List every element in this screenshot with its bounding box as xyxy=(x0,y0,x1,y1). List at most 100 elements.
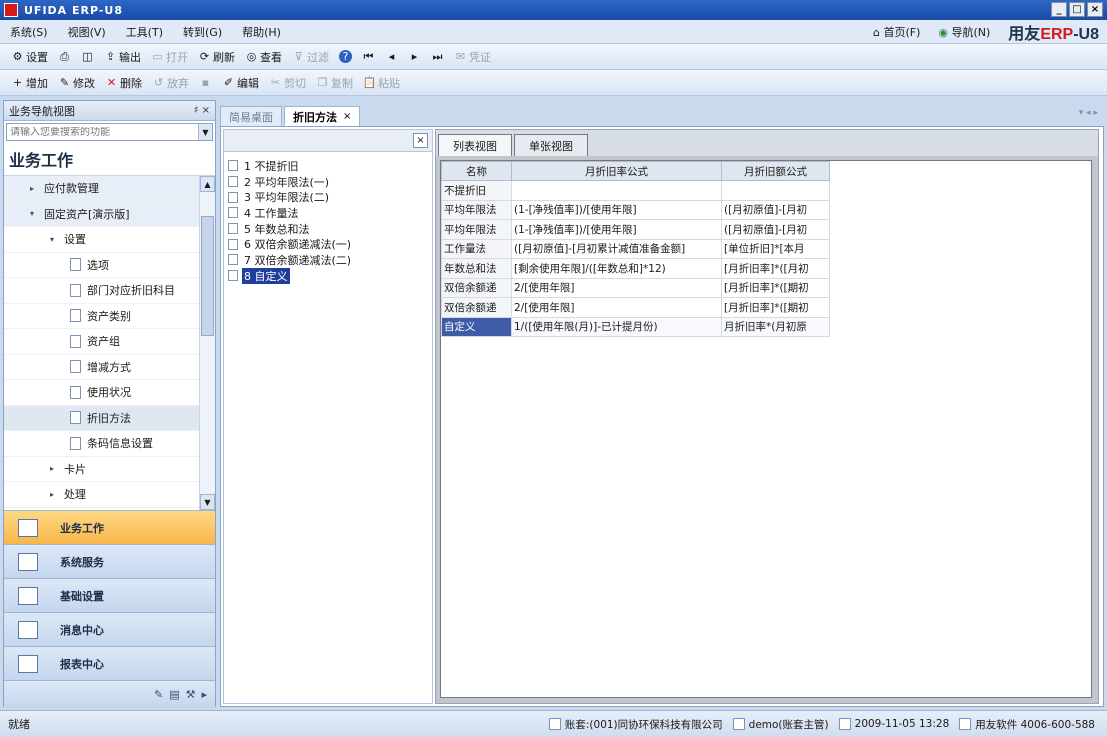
nav-tree-item[interactable]: ▾ 设置 xyxy=(4,227,215,253)
toolbar-button-next[interactable]: ▸ xyxy=(403,46,426,68)
method-item[interactable]: 2 平均年限法(一) xyxy=(228,174,432,190)
nav-tree-item[interactable]: ▸ 应付款管理 xyxy=(4,176,215,202)
nav-tree-item[interactable]: 增减方式 xyxy=(4,355,215,380)
document-icon xyxy=(228,238,238,250)
scroll-down-icon[interactable]: ▼ xyxy=(200,494,215,510)
tab-scroll-icon[interactable]: ▾ ◂ ▸ xyxy=(1079,108,1098,118)
toolbar-button-cut[interactable]: ✂ 剪切 xyxy=(264,72,311,94)
nav-tree-item[interactable]: 使用状况 xyxy=(4,380,215,406)
method-item[interactable]: 5 年数总和法 xyxy=(228,221,432,237)
menu-view[interactable]: 视图(V) xyxy=(58,24,116,40)
nav-tree-item[interactable]: 资产组 xyxy=(4,329,215,355)
toolbar-button-delete[interactable]: ✕ 删除 xyxy=(100,72,147,94)
table-row[interactable]: 不提折旧 xyxy=(441,180,830,201)
maximize-button[interactable]: □ xyxy=(1069,2,1085,17)
menu-system[interactable]: 系统(S) xyxy=(0,24,58,40)
menu-help[interactable]: 帮助(H) xyxy=(232,24,291,40)
function-search-input[interactable] xyxy=(7,126,198,138)
expanded-arrow-icon[interactable]: ▾ xyxy=(30,209,44,218)
table-row[interactable]: 工作量法 ([月初原值]-[月初累计减值准备金额] [单位折旧]*[本月 xyxy=(441,238,830,259)
chevron-down-icon[interactable]: ▼ xyxy=(198,124,212,140)
toolbar-button-copy[interactable]: ❐ 复制 xyxy=(311,72,358,94)
nav-module-button[interactable]: 消息中心 xyxy=(4,612,215,646)
nav-tree-item[interactable]: ▾ 固定资产[演示版] xyxy=(4,201,215,227)
toolbar-button-help[interactable]: ? xyxy=(334,46,357,68)
tab-simple-desktop[interactable]: 简易桌面 xyxy=(220,106,282,126)
table-cell: 双倍余额递 xyxy=(441,297,512,318)
home-link[interactable]: ⌂ 首页(F) xyxy=(873,24,920,40)
nav-tree-item[interactable]: ▸ 处理 xyxy=(4,482,215,508)
scroll-up-icon[interactable]: ▲ xyxy=(200,176,215,192)
nav-tree-item[interactable]: 折旧方法 xyxy=(4,405,215,431)
table-row[interactable]: 平均年限法 (1-[净残值率])/[使用年限] ([月初原值]-[月初 xyxy=(441,219,830,240)
toolbar-button-editmode[interactable]: ✐ 编辑 xyxy=(217,72,264,94)
toolbar-button-open[interactable]: ▭ 打开 xyxy=(146,46,193,68)
nav-module-button[interactable]: 业务工作 xyxy=(4,510,215,544)
toolbar-button-refresh[interactable]: ⟳ 刷新 xyxy=(193,46,240,68)
toolbar-button-save[interactable]: ▪ xyxy=(194,72,217,94)
more-icon[interactable]: ▸ xyxy=(201,688,207,701)
toolbar-button-discard[interactable]: ↺ 放弃 xyxy=(147,72,194,94)
method-item[interactable]: 7 双倍余额递减法(二) xyxy=(228,252,432,268)
tab-list-view[interactable]: 列表视图 xyxy=(438,134,512,156)
table-row[interactable]: 自定义 1/([使用年限(月)]-已计提月份) 月折旧率*(月初原 xyxy=(441,316,830,337)
close-window-button[interactable]: × xyxy=(1087,2,1103,17)
nav-module-button[interactable]: 基础设置 xyxy=(4,578,215,612)
collapsed-arrow-icon[interactable]: ▸ xyxy=(50,464,64,473)
toolbar-button-paste[interactable]: 📋 粘贴 xyxy=(358,72,405,94)
toolbar-button-prev[interactable]: ◂ xyxy=(380,46,403,68)
collapsed-arrow-icon[interactable]: ▸ xyxy=(30,184,44,193)
nav-tree-item[interactable]: 资产类别 xyxy=(4,304,215,329)
nav-module-button[interactable]: 报表中心 xyxy=(4,646,215,680)
toolbar-button-view[interactable]: ◎ 查看 xyxy=(240,46,287,68)
column-header[interactable]: 名称 xyxy=(441,161,512,181)
scroll-thumb[interactable] xyxy=(201,216,214,336)
close-tab-icon[interactable]: × xyxy=(343,111,351,122)
toolbar-button-last[interactable]: ⏭ xyxy=(426,46,449,68)
nav-tree-item[interactable]: 部门对应折旧科目 xyxy=(4,278,215,304)
toolbar-button-add[interactable]: + 增加 xyxy=(6,72,53,94)
method-item[interactable]: 3 平均年限法(二) xyxy=(228,189,432,205)
toolbar-button-settings[interactable]: ⚙ 设置 xyxy=(6,46,53,68)
nav-tree-scrollbar[interactable]: ▲ ▼ xyxy=(199,176,215,510)
method-item[interactable]: 8 自定义 xyxy=(228,267,432,284)
column-header[interactable]: 月折旧率公式 xyxy=(511,161,722,181)
table-row[interactable]: 双倍余额递 2/[使用年限] [月折旧率]*([期初 xyxy=(441,277,830,298)
toolbar-button-edit[interactable]: ✎ 修改 xyxy=(53,72,100,94)
nav-tree-item[interactable]: ▸ 卡片 xyxy=(4,457,215,482)
method-item[interactable]: 6 双倍余额递减法(一) xyxy=(228,236,432,252)
toolbar-button-filter[interactable]: ⊽ 过滤 xyxy=(287,46,334,68)
table-row[interactable]: 年数总和法 [剩余使用年限]/([年数总和]*12) [月折旧率]*([月初 xyxy=(441,258,830,279)
refresh-icon: ⟳ xyxy=(199,50,210,63)
minimize-button[interactable]: _ xyxy=(1051,2,1067,17)
method-item[interactable]: 4 工作量法 xyxy=(228,205,432,221)
menu-tools[interactable]: 工具(T) xyxy=(116,24,173,40)
tool-icon[interactable]: ⚒ xyxy=(186,688,196,701)
nav-tree-item[interactable]: 条码信息设置 xyxy=(4,431,215,457)
nav-tree-item[interactable]: 选项 xyxy=(4,253,215,278)
nav-link[interactable]: ◉ 导航(N) xyxy=(938,24,990,40)
table-cell: 自定义 xyxy=(441,316,512,337)
toolbar-button-first[interactable]: ⏮ xyxy=(357,46,380,68)
toolbar-button-preview[interactable]: ◫ xyxy=(76,46,99,68)
status-datetime: 2009-11-05 13:28 xyxy=(854,718,950,730)
configure-icon[interactable]: ✎ xyxy=(154,688,163,701)
menu-goto[interactable]: 转到(G) xyxy=(173,24,232,40)
table-cell: 双倍余额递 xyxy=(441,277,512,298)
column-header[interactable]: 月折旧额公式 xyxy=(721,161,830,181)
collapsed-arrow-icon[interactable]: ▸ xyxy=(50,490,64,499)
toolbar-button-export[interactable]: ⇪ 输出 xyxy=(99,46,146,68)
toolbar-button-print[interactable]: ⎙ xyxy=(53,46,76,68)
pin-close-icon[interactable]: ♯ × xyxy=(194,105,210,116)
method-item[interactable]: 1 不提折旧 xyxy=(228,158,432,174)
toolbar-button-voucher[interactable]: ✉ 凭证 xyxy=(449,46,496,68)
table-row[interactable]: 双倍余额递 2/[使用年限] [月折旧率]*([期初 xyxy=(441,297,830,318)
tab-card-view[interactable]: 单张视图 xyxy=(514,134,588,156)
table-row[interactable]: 平均年限法 (1-[净残值率])/[使用年限] ([月初原值]-[月初 xyxy=(441,199,830,220)
close-icon[interactable]: × xyxy=(413,133,428,148)
expanded-arrow-icon[interactable]: ▾ xyxy=(50,235,64,244)
window-icon[interactable]: ▤ xyxy=(169,688,179,701)
print-icon: ⎙ xyxy=(60,49,69,63)
tab-depreciation-method[interactable]: 折旧方法 × xyxy=(284,106,361,126)
nav-module-button[interactable]: 系统服务 xyxy=(4,544,215,578)
